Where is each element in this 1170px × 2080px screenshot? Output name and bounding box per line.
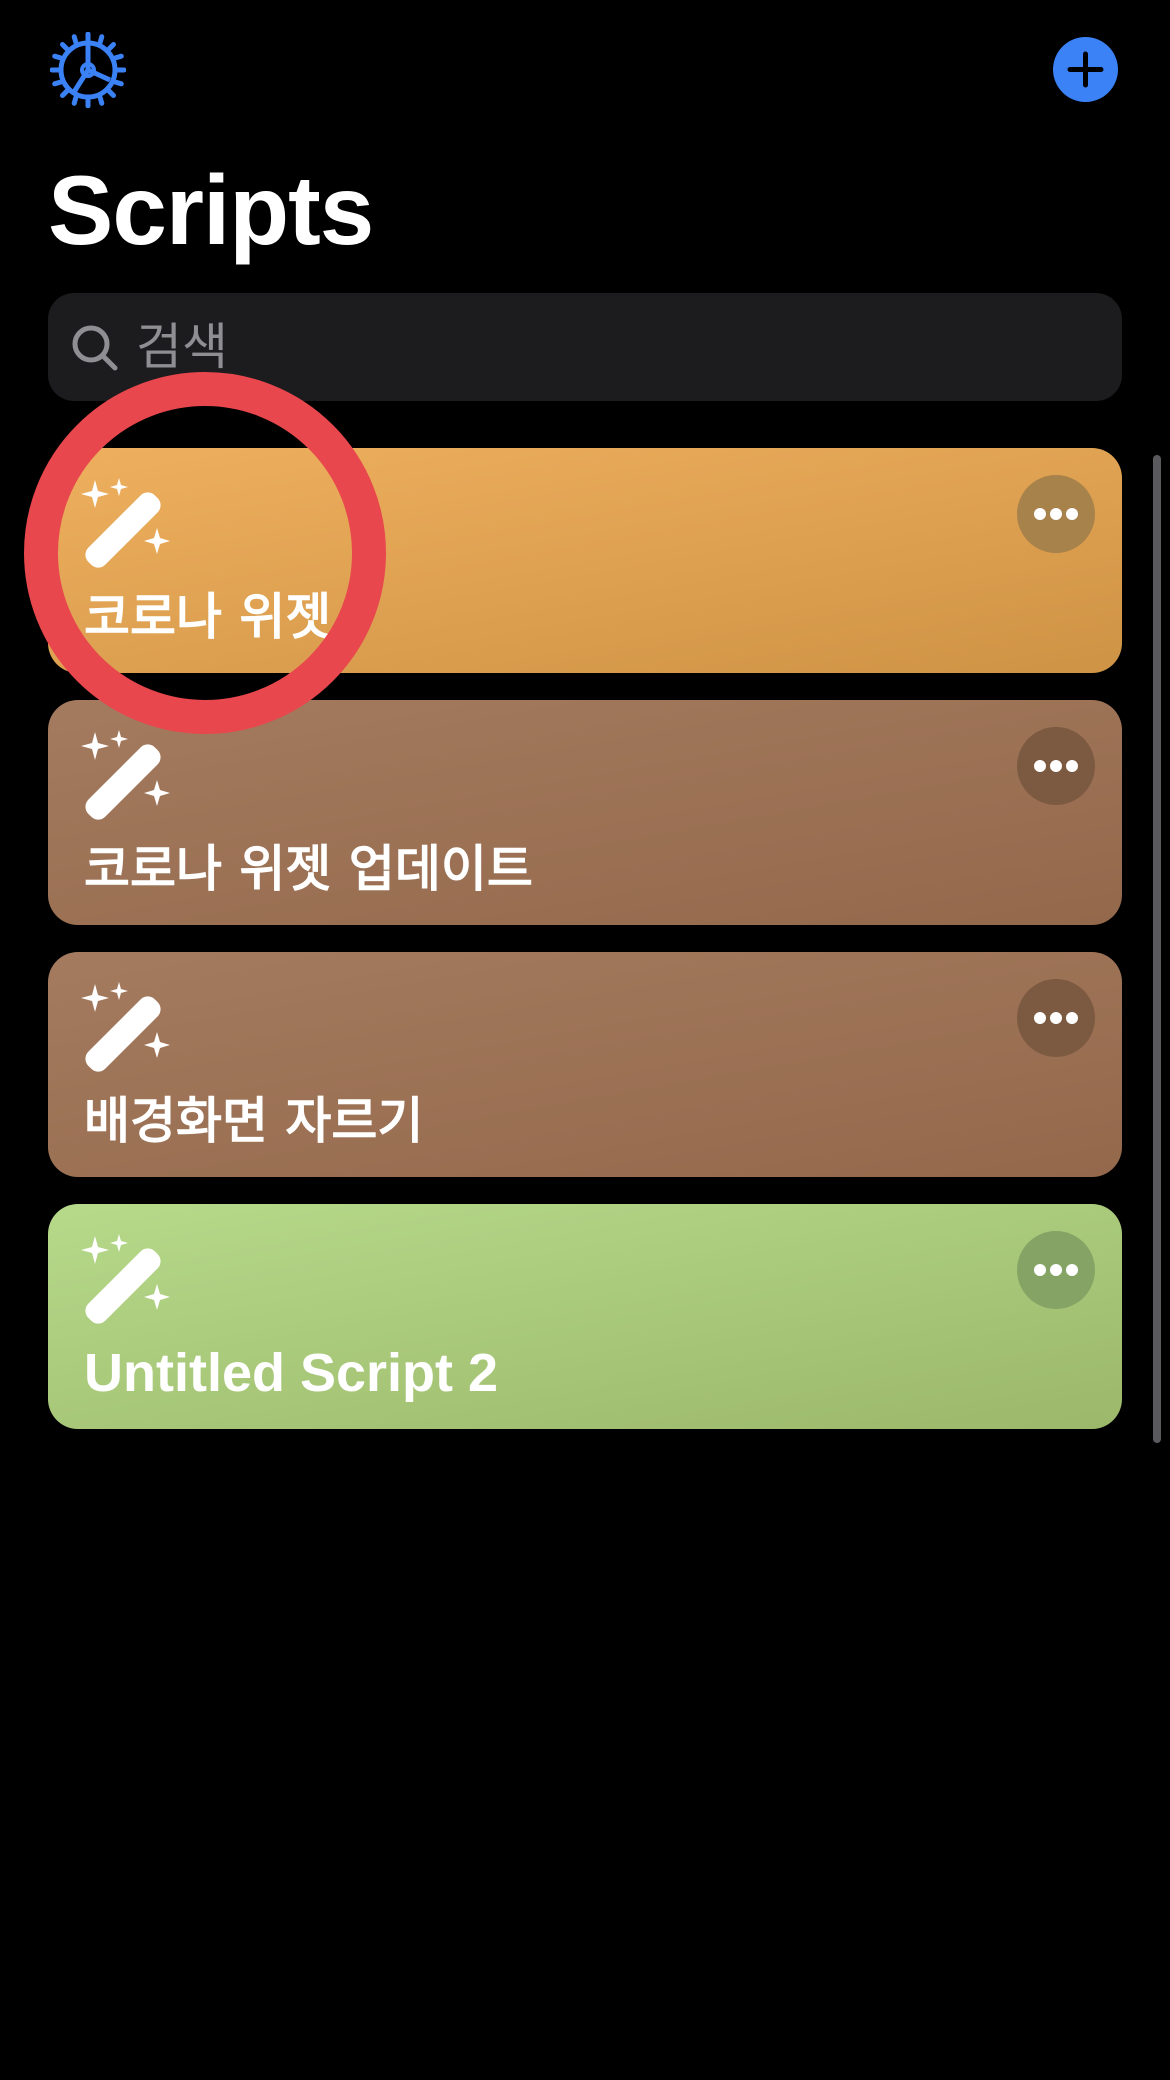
gear-icon	[49, 31, 127, 109]
magic-wand-icon	[81, 1234, 170, 1324]
script-card-wallpaper-crop[interactable]: 배경화면 자르기	[48, 952, 1122, 1177]
search-input[interactable]	[136, 313, 1096, 381]
magic-wand-icon	[81, 730, 170, 820]
script-title: 코로나 위젯 업데이트	[84, 840, 533, 898]
script-card-untitled-script-2[interactable]: Untitled Script 2	[48, 1204, 1122, 1429]
scrollbar[interactable]	[1153, 455, 1161, 1443]
script-title: 배경화면 자르기	[84, 1092, 424, 1150]
script-card-corona-widget-update[interactable]: 코로나 위젯 업데이트	[48, 700, 1122, 925]
magic-wand-icon	[81, 478, 170, 568]
script-title: 코로나 위젯	[84, 588, 332, 646]
script-title: Untitled Script 2	[84, 1343, 499, 1403]
ellipsis-icon	[1034, 1264, 1078, 1276]
page-title: Scripts	[48, 155, 374, 265]
more-options-button[interactable]	[1017, 1231, 1095, 1309]
more-options-button[interactable]	[1017, 475, 1095, 553]
ellipsis-icon	[1034, 508, 1078, 520]
ellipsis-icon	[1034, 760, 1078, 772]
search-icon	[72, 325, 118, 371]
plus-icon	[1067, 51, 1104, 88]
script-card-corona-widget[interactable]: 코로나 위젯	[48, 448, 1122, 673]
more-options-button[interactable]	[1017, 727, 1095, 805]
magic-wand-icon	[81, 982, 170, 1072]
add-script-button[interactable]	[1053, 37, 1118, 102]
settings-button[interactable]	[49, 31, 127, 109]
ellipsis-icon	[1034, 1012, 1078, 1024]
more-options-button[interactable]	[1017, 979, 1095, 1057]
search-bar[interactable]	[48, 293, 1122, 401]
